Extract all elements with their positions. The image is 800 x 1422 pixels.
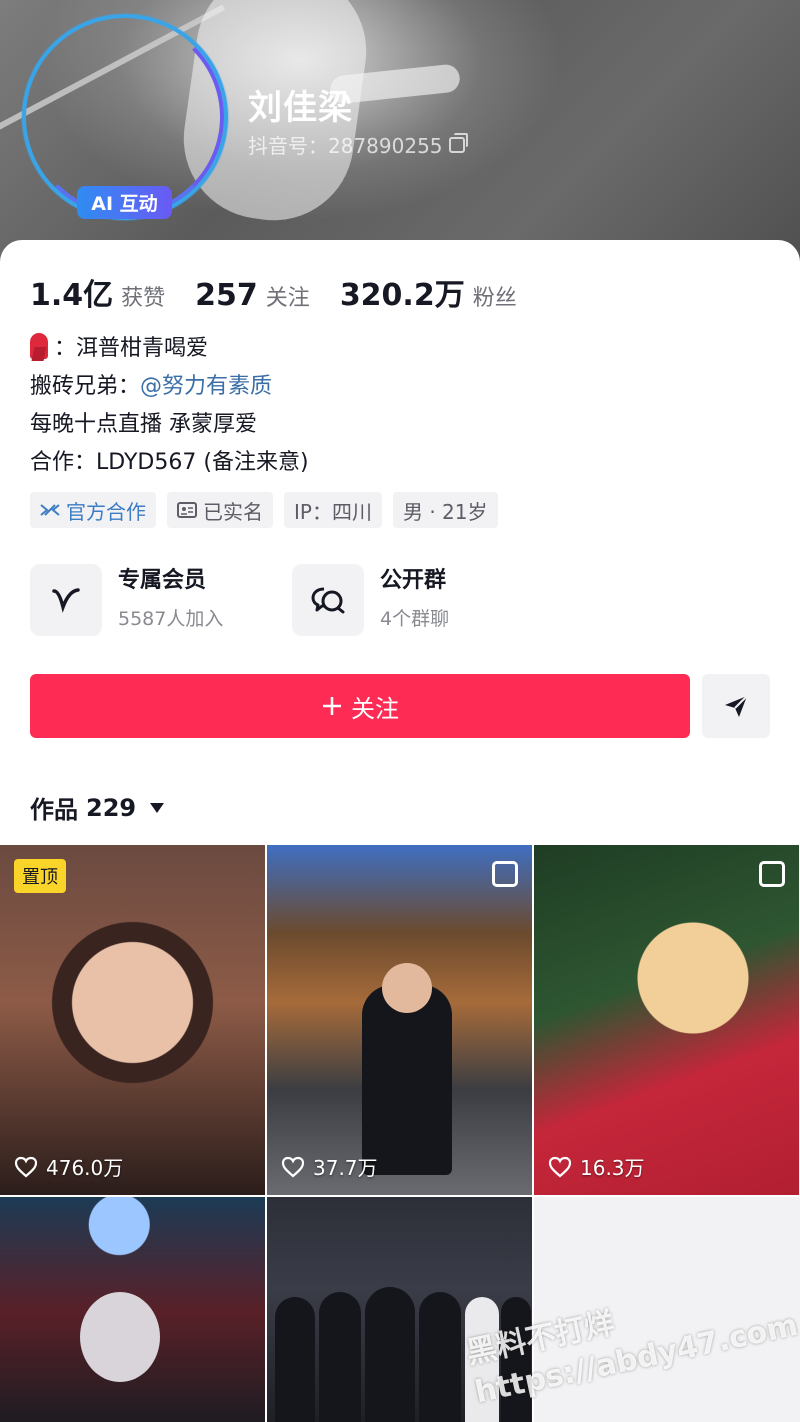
- multi-image-icon: [759, 861, 785, 887]
- bio-line-1: ：洱普柑青喝爱: [30, 330, 309, 368]
- stat-likes-label: 获赞: [121, 286, 166, 311]
- figure-shape: [362, 985, 452, 1175]
- card-member-title: 专属会员: [118, 568, 207, 593]
- tag-verified[interactable]: 已实名: [167, 492, 273, 528]
- feature-cards: 专属会员 5587人加入 公开群 4个群聊: [30, 564, 554, 636]
- figure-shape: [365, 1287, 415, 1422]
- profile-name: 刘佳梁: [248, 88, 353, 128]
- video-thumb-1[interactable]: 置顶 476.0万: [0, 845, 265, 1195]
- follow-button-label: 关注: [351, 694, 399, 723]
- video-thumb-2[interactable]: 37.7万: [267, 845, 532, 1195]
- stat-followers-num: 320.2万: [339, 278, 465, 313]
- stat-likes[interactable]: 1.4亿 获赞: [30, 270, 165, 314]
- tag-gender-age: 男 · 21岁: [392, 492, 498, 528]
- figure-shape: [419, 1292, 461, 1422]
- share-button[interactable]: [702, 674, 770, 738]
- bio-line-2: 搬砖兄弟：@努力有素质: [30, 368, 309, 406]
- works-count: 229: [86, 793, 137, 822]
- bio-line-4: 合作：LDYD567 (备注来意): [30, 450, 309, 475]
- video-likes-count: 476.0万: [46, 1156, 124, 1180]
- figure-head: [80, 1292, 160, 1382]
- douyin-id[interactable]: 抖音号：287890255: [248, 130, 468, 159]
- card-member-sub: 5587人加入: [118, 608, 224, 630]
- stat-followers[interactable]: 320.2万 粉丝: [340, 270, 517, 314]
- tag-official-label: 官方合作: [66, 499, 146, 524]
- caret-down-icon: [150, 802, 165, 813]
- stat-likes-num: 1.4亿: [30, 278, 114, 313]
- heart-icon: [281, 1156, 305, 1177]
- profile-bio: ：洱普柑青喝爱 搬砖兄弟：@努力有素质 每晚十点直播 承蒙厚爱 合作：LDYD5…: [30, 330, 309, 482]
- handshake-icon: [40, 504, 60, 516]
- heart-icon: [548, 1156, 572, 1177]
- tag-official-cooperation[interactable]: 官方合作: [30, 492, 156, 528]
- video-likes-count: 16.3万: [580, 1156, 645, 1180]
- figure-shape: [275, 1297, 315, 1422]
- bio-line-2-prefix: 搬砖兄弟：: [30, 374, 141, 399]
- ribbon-icon: [30, 333, 48, 359]
- multi-image-icon: [492, 861, 518, 887]
- tag-ip: IP：四川: [284, 492, 382, 528]
- follow-button[interactable]: 关注: [30, 674, 690, 738]
- card-group-sub: 4个群聊: [380, 608, 450, 630]
- v-member-icon: [30, 564, 102, 636]
- plus-icon: [323, 697, 341, 715]
- figure-shape: [319, 1292, 361, 1422]
- stat-followers-label: 粉丝: [472, 286, 517, 311]
- id-card-icon: [177, 502, 197, 518]
- video-likes: 476.0万: [14, 1152, 123, 1181]
- stat-following-label: 关注: [265, 286, 310, 311]
- bio-line-1-text: ：洱普柑青喝爱: [54, 336, 209, 361]
- card-member[interactable]: 专属会员 5587人加入: [30, 564, 292, 636]
- profile-stats: 1.4亿 获赞 257 关注 320.2万 粉丝: [30, 270, 517, 314]
- video-likes-count: 37.7万: [313, 1156, 378, 1180]
- stat-following-num: 257: [195, 278, 258, 313]
- bio-line-3: 每晚十点直播 承蒙厚爱: [30, 412, 257, 437]
- pinned-badge: 置顶: [14, 859, 66, 893]
- heart-icon: [14, 1156, 38, 1177]
- works-tab[interactable]: 作品 229: [30, 790, 165, 825]
- ai-interact-badge[interactable]: AI 互动: [77, 186, 172, 219]
- copy-icon[interactable]: [448, 132, 468, 153]
- bio-mention-link[interactable]: @努力有素质: [140, 374, 272, 399]
- video-likes: 16.3万: [548, 1152, 645, 1181]
- works-label: 作品: [30, 796, 78, 824]
- card-group[interactable]: 公开群 4个群聊: [292, 564, 554, 636]
- chat-bubbles-icon: [292, 564, 364, 636]
- card-group-title: 公开群: [380, 568, 447, 593]
- douyin-id-text: 抖音号：287890255: [248, 134, 443, 158]
- profile-tags: 官方合作 已实名 IP：四川 男 · 21岁: [30, 492, 498, 528]
- video-thumb-3[interactable]: 16.3万: [534, 845, 799, 1195]
- tag-verified-label: 已实名: [203, 499, 263, 524]
- send-icon: [725, 695, 748, 717]
- video-thumb-4[interactable]: [0, 1197, 265, 1422]
- stat-following[interactable]: 257 关注: [195, 278, 310, 313]
- figure-head: [382, 963, 432, 1013]
- video-likes: 37.7万: [281, 1152, 378, 1181]
